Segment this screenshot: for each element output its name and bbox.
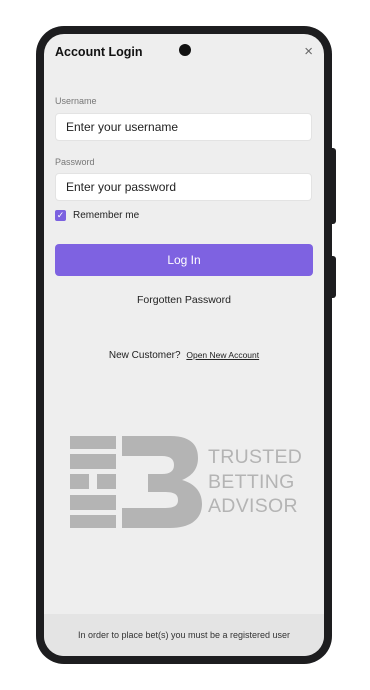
tba-logo-mark-icon <box>70 436 202 528</box>
checkmark-icon: ✓ <box>55 210 66 221</box>
close-icon[interactable]: × <box>304 44 313 59</box>
volume-button <box>331 148 336 224</box>
registration-notice: In order to place bet(s) you must be a r… <box>44 614 324 656</box>
trusted-betting-advisor-logo: TRUSTED BETTING ADVISOR <box>70 436 302 528</box>
modal-title: Account Login <box>55 45 143 59</box>
new-customer-row: New Customer? Open New Account <box>44 350 324 361</box>
open-new-account-link[interactable]: Open New Account <box>186 350 259 360</box>
logo-line: BETTING <box>208 470 295 493</box>
new-customer-prompt: New Customer? <box>108 350 181 361</box>
logo-wordmark: TRUSTED BETTING ADVISOR <box>208 445 302 519</box>
phone-screen: Account Login × Username Password ✓ Reme… <box>44 34 324 656</box>
remember-me-checkbox[interactable]: ✓ Remember me <box>55 210 139 221</box>
username-label: Username <box>55 96 97 106</box>
username-input[interactable] <box>55 113 312 141</box>
password-label: Password <box>55 157 95 167</box>
logo-line: ADVISOR <box>208 495 298 518</box>
phone-frame: Account Login × Username Password ✓ Reme… <box>36 26 336 664</box>
logo-line: TRUSTED <box>208 446 303 469</box>
forgotten-password-link[interactable]: Forgotten Password <box>44 294 324 306</box>
password-input[interactable] <box>55 173 312 201</box>
remember-me-label: Remember me <box>73 210 140 221</box>
login-button[interactable]: Log In <box>55 244 313 276</box>
front-camera <box>179 44 191 56</box>
power-button <box>331 256 336 298</box>
